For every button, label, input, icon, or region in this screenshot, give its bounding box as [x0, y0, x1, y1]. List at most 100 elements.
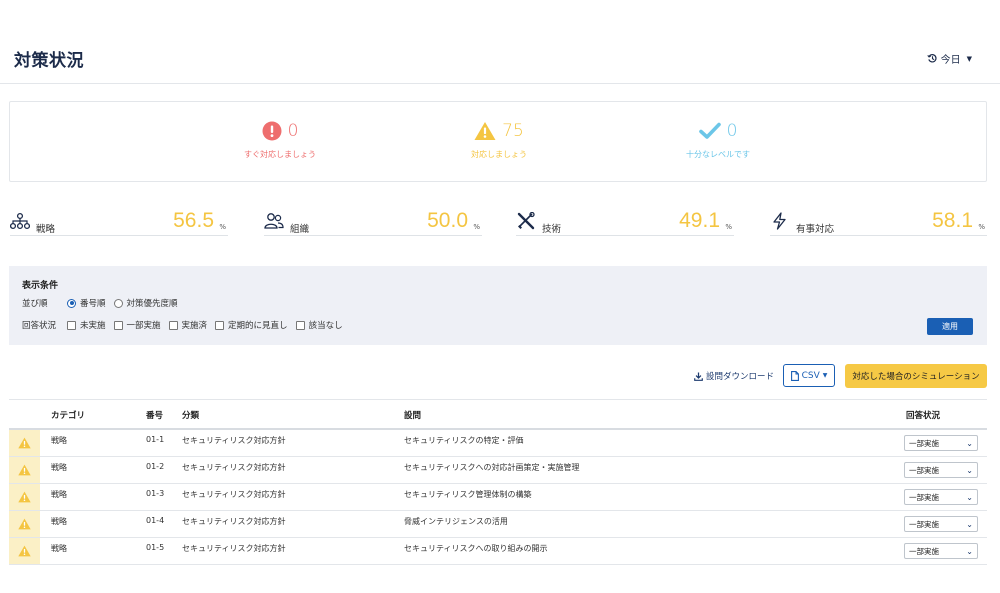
sort-label: 並び順	[22, 299, 48, 309]
category-score: 56.5	[173, 209, 214, 232]
cell-question[interactable]: セキュリティリスクへの取り組みの開示	[404, 543, 548, 554]
header-category: カテゴリ	[51, 411, 86, 421]
warning-triangle-icon	[18, 437, 31, 449]
checkbox[interactable]	[168, 320, 178, 330]
caret-down-icon: ▼	[966, 54, 972, 63]
warning-count: 75	[502, 121, 524, 141]
lightning-icon	[773, 212, 786, 230]
warning-triangle-icon	[18, 491, 31, 503]
status-option-partial[interactable]: 一部実施	[113, 319, 161, 331]
caret-down-icon: ▼	[822, 372, 828, 379]
warning-triangle-icon	[18, 518, 31, 530]
header-status: 回答状況	[906, 411, 941, 421]
summary-urgent: 0 すぐ対応しましょう	[220, 120, 340, 160]
category-organization: 組織 50.0 %	[264, 209, 482, 236]
checkbox[interactable]	[67, 320, 76, 330]
filter-panel: 表示条件 並び順 番号順 対策優先度順 回答状況 未実施 一部実施 実施済 定期…	[9, 266, 987, 345]
warning-triangle-icon	[474, 122, 496, 140]
cell-number: 01-2	[146, 462, 165, 471]
chevron-down-icon: ⌄	[966, 547, 973, 556]
row-warning-cell	[9, 430, 40, 456]
category-score: 49.1	[679, 209, 720, 232]
exclamation-circle-icon	[262, 121, 282, 141]
status-row: 回答状況 未実施 一部実施 実施済 定期的に見直し 該当なし	[22, 319, 351, 331]
header-classification: 分類	[182, 411, 200, 421]
cell-category: 戦略	[51, 490, 67, 499]
checkbox[interactable]	[295, 320, 305, 330]
percent-unit: %	[219, 223, 226, 231]
status-select-value: 一部実施	[909, 519, 939, 529]
category-strategy: 戦略 56.5 %	[10, 209, 228, 236]
row-warning-cell	[9, 538, 40, 564]
summary-ok: 0 十分なレベルです	[658, 120, 778, 160]
urgent-count: 0	[287, 121, 299, 141]
cell-question[interactable]: 脅威インテリジェンスの活用	[404, 516, 508, 527]
radio-button[interactable]	[67, 298, 76, 308]
cell-classification: セキュリティリスク対応方針	[182, 490, 286, 499]
status-select-value: 一部実施	[909, 438, 939, 448]
cell-question[interactable]: セキュリティリスクへの対応計画策定・実施管理	[404, 462, 580, 473]
status-select-value: 一部実施	[909, 546, 939, 556]
status-select[interactable]: 一部実施 ⌄	[904, 435, 978, 451]
urgent-label: すぐ対応しましょう	[244, 150, 316, 159]
question-download-link[interactable]: 設問ダウンロード	[694, 370, 774, 382]
cell-classification: セキュリティリスク対応方針	[182, 436, 286, 445]
status-select-value: 一部実施	[909, 465, 939, 475]
history-icon	[926, 54, 937, 63]
checkbox[interactable]	[113, 320, 123, 330]
table-row: 戦略 01-3 セキュリティリスク対応方針 セキュリティリスク管理体制の構築 一部実施 ⌄	[9, 484, 987, 511]
cell-question[interactable]: セキュリティリスクの特定・評価	[404, 435, 524, 446]
status-select[interactable]: 一部実施 ⌄	[904, 543, 978, 559]
category-incident-response: 有事対応 58.1 %	[770, 209, 987, 236]
percent-unit: %	[725, 223, 732, 231]
status-select[interactable]: 一部実施 ⌄	[904, 489, 978, 505]
category-name: 有事対応	[796, 224, 835, 235]
percent-unit: %	[978, 223, 985, 231]
status-option-label: 定期的に見直し	[228, 321, 288, 331]
status-option-implemented[interactable]: 実施済	[168, 319, 208, 331]
sort-row: 並び順 番号順 対策優先度順	[22, 297, 186, 309]
status-option-periodic-review[interactable]: 定期的に見直し	[215, 319, 288, 331]
category-name: 組織	[290, 224, 310, 235]
simulation-button[interactable]: 対応した場合のシミュレーション	[845, 364, 987, 388]
tools-icon	[517, 212, 535, 230]
date-dropdown[interactable]: 今日 ▼	[926, 51, 972, 66]
network-icon	[10, 212, 30, 230]
csv-label: CSV	[801, 370, 820, 381]
table-row: 戦略 01-4 セキュリティリスク対応方針 脅威インテリジェンスの活用 一部実施 ⌄	[9, 511, 987, 538]
table-row: 戦略 01-1 セキュリティリスク対応方針 セキュリティリスクの特定・評価 一部実施 ⌄	[9, 430, 987, 457]
status-option-not-applicable[interactable]: 該当なし	[295, 319, 343, 331]
sort-option-number[interactable]: 番号順	[67, 297, 106, 309]
csv-dropdown-button[interactable]: CSV ▼	[783, 364, 835, 387]
summary-panel: 0 すぐ対応しましょう 75 対応しましょう 0 十分なレベルです	[9, 101, 987, 182]
table-row: 戦略 01-2 セキュリティリスク対応方針 セキュリティリスクへの対応計画策定・実施管…	[9, 457, 987, 484]
category-score: 58.1	[932, 209, 973, 232]
status-option-not-implemented[interactable]: 未実施	[67, 319, 106, 331]
table-row: 戦略 01-5 セキュリティリスク対応方針 セキュリティリスクへの取り組みの開示 一部実…	[9, 538, 987, 565]
warning-triangle-icon	[18, 464, 31, 476]
sort-option-label: 番号順	[80, 299, 106, 309]
people-icon	[264, 213, 284, 229]
table-header: カテゴリ 番号 分類 設問 回答状況	[9, 400, 987, 430]
radio-button[interactable]	[113, 298, 123, 308]
chevron-down-icon: ⌄	[966, 466, 973, 475]
status-option-label: 一部実施	[126, 321, 161, 331]
cell-category: 戦略	[51, 517, 67, 526]
percent-unit: %	[473, 223, 480, 231]
download-label: 設問ダウンロード	[706, 372, 775, 382]
status-select[interactable]: 一部実施 ⌄	[904, 462, 978, 478]
category-name: 技術	[542, 224, 562, 235]
status-option-label: 実施済	[181, 321, 208, 331]
cell-classification: セキュリティリスク対応方針	[182, 463, 286, 472]
warning-label: 対応しましょう	[471, 150, 527, 159]
status-select-value: 一部実施	[909, 492, 939, 502]
category-score: 50.0	[427, 209, 468, 232]
filter-title: 表示条件	[22, 281, 59, 291]
cell-question[interactable]: セキュリティリスク管理体制の構築	[404, 489, 532, 500]
status-select[interactable]: 一部実施 ⌄	[904, 516, 978, 532]
summary-warning: 75 対応しましょう	[439, 120, 559, 160]
apply-button[interactable]: 適用	[927, 318, 973, 335]
row-warning-cell	[9, 457, 40, 483]
checkbox[interactable]	[215, 320, 225, 330]
sort-option-priority[interactable]: 対策優先度順	[113, 297, 178, 309]
